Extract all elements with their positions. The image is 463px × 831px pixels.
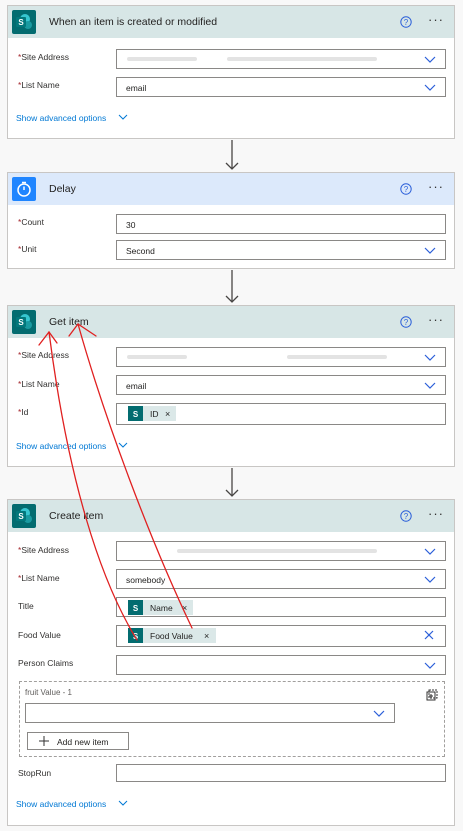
annotation-arrows	[38, 323, 193, 641]
